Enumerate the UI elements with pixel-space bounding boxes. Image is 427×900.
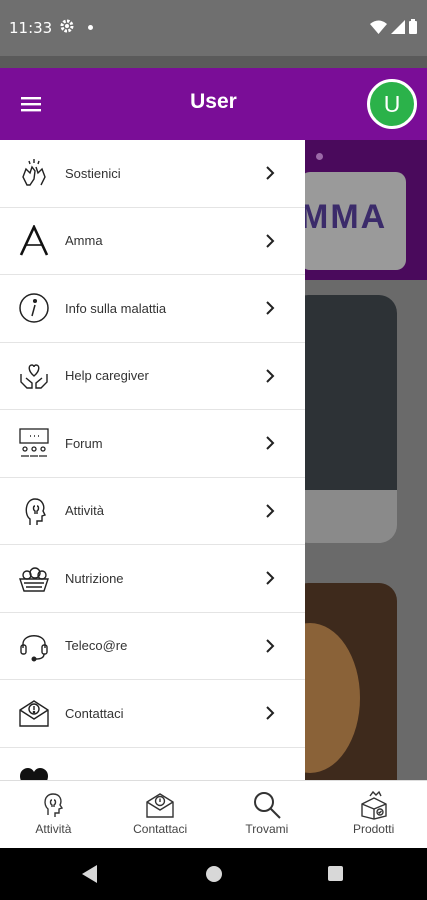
- card-image: [290, 295, 397, 490]
- wifi-icon: [370, 20, 387, 34]
- drawer-item-label: Attività: [65, 503, 105, 519]
- amma-logo: MMA: [300, 172, 406, 270]
- envelope-icon: [146, 793, 174, 818]
- navigation-drawer: Sostienici Amma Info sulla malattia Help…: [0, 140, 305, 780]
- drawer-item-label: Sostienici: [65, 165, 121, 181]
- carousel-dot: [316, 153, 323, 160]
- info-icon: [18, 292, 50, 324]
- box-icon: [360, 790, 387, 820]
- drawer-item-label: Nutrizione: [65, 570, 124, 586]
- system-navigation-bar: [0, 848, 427, 900]
- nav-item-trovami[interactable]: Trovami: [214, 781, 321, 848]
- nav-item-prodotti[interactable]: Prodotti: [320, 781, 427, 848]
- content-card: [290, 583, 397, 780]
- head-lightbulb-icon: [18, 495, 50, 527]
- drawer-item-amma[interactable]: Amma: [0, 208, 305, 275]
- drawer-item-label: Info sulla malattia: [65, 300, 167, 316]
- signal-icon: [391, 19, 405, 34]
- nav-item-label: Prodotti: [352, 822, 395, 836]
- drawer-item-contattaci[interactable]: Contattaci: [0, 680, 305, 748]
- bottom-navigation: Attività Contattaci Trovami Prodotti: [0, 780, 427, 848]
- drawer-item-label: Contattaci: [65, 705, 124, 721]
- headset-icon: [18, 630, 50, 662]
- drawer-item-sostienici[interactable]: Sostienici: [0, 140, 305, 208]
- drawer-item-label: Teleco@re: [65, 638, 128, 654]
- chevron-right-icon: [266, 234, 275, 248]
- envelope-icon: [18, 697, 50, 729]
- notification-dot-icon: [88, 25, 93, 30]
- nav-item-label: Contattaci: [133, 822, 188, 836]
- heart-hands-icon: [18, 360, 50, 392]
- battery-icon: [409, 19, 417, 34]
- chevron-right-icon: [266, 504, 275, 518]
- nav-item-label: Attività: [35, 822, 72, 836]
- app-bar: User U: [0, 68, 427, 140]
- drawer-item-help-caregiver[interactable]: Help caregiver: [0, 343, 305, 410]
- drawer-item-label: Amma: [65, 233, 103, 249]
- content-card: [290, 295, 397, 543]
- status-time: 11:33: [9, 19, 53, 37]
- lightbulb-icon: [44, 793, 64, 817]
- fruit-basket-icon: [18, 562, 50, 594]
- drawer-item-attivita[interactable]: Attività: [0, 478, 305, 545]
- chevron-right-icon: [266, 706, 275, 720]
- forum-icon: [18, 427, 50, 459]
- status-indicators: [370, 19, 417, 34]
- chevron-right-icon: [266, 166, 275, 180]
- nav-item-attivita[interactable]: Attività: [0, 781, 107, 848]
- heart-icon: [18, 766, 50, 780]
- home-icon[interactable]: [206, 866, 222, 882]
- avatar[interactable]: U: [367, 79, 417, 129]
- amma-logo-icon: [18, 224, 50, 257]
- clapping-hands-icon: [18, 157, 50, 189]
- drawer-item-info-sulla-malattia[interactable]: Info sulla malattia: [0, 275, 305, 343]
- back-icon[interactable]: [82, 865, 98, 883]
- drawer-item-nutrizione[interactable]: Nutrizione: [0, 545, 305, 613]
- drawer-item-telecoare[interactable]: Teleco@re: [0, 613, 305, 680]
- drawer-item-forum[interactable]: Forum: [0, 410, 305, 478]
- settings-icon: [60, 19, 74, 33]
- nav-item-contattaci[interactable]: Contattaci: [107, 781, 214, 848]
- drawer-item-label: Forum: [65, 435, 103, 451]
- search-icon: [253, 792, 281, 819]
- chevron-right-icon: [266, 639, 275, 653]
- chevron-right-icon: [266, 436, 275, 450]
- drawer-item-partial[interactable]: [0, 748, 305, 780]
- recent-apps-icon[interactable]: [328, 866, 343, 881]
- status-bar: 11:33: [0, 0, 427, 56]
- chevron-right-icon: [266, 571, 275, 585]
- page-title: User: [190, 90, 237, 113]
- chevron-right-icon: [266, 369, 275, 383]
- chevron-right-icon: [266, 301, 275, 315]
- drawer-item-label: Help caregiver: [65, 368, 149, 384]
- nav-item-label: Trovami: [245, 822, 289, 836]
